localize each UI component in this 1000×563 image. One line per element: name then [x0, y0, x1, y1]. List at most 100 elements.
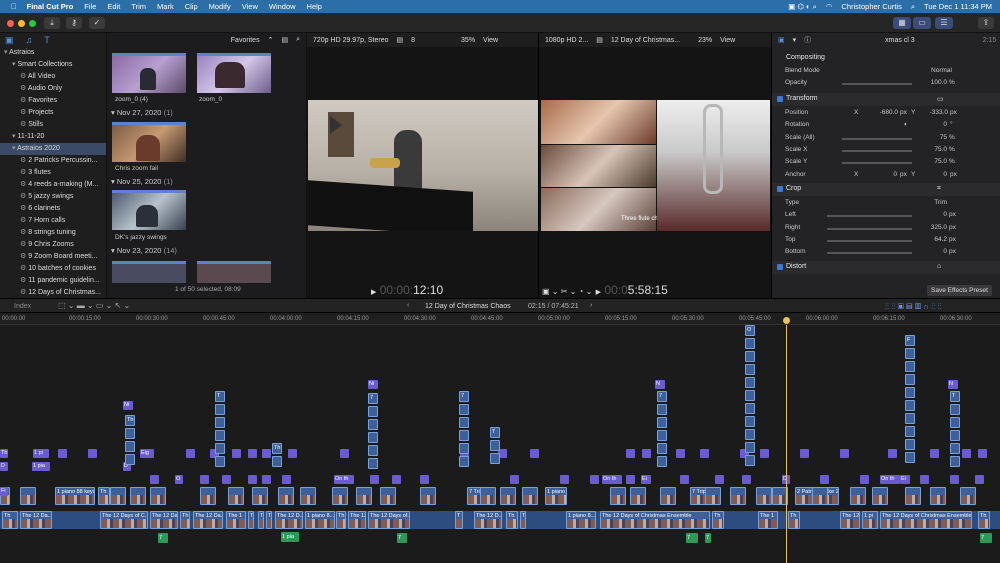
stacked-clip[interactable]: [745, 429, 755, 440]
sidebar-item[interactable]: ⚙ 4 reeds a-making (M...: [0, 179, 106, 191]
stacked-clip[interactable]: [950, 404, 960, 415]
connected-clip[interactable]: 1 piano 8: [545, 487, 567, 505]
title-clip[interactable]: D: [0, 462, 8, 471]
connected-clip[interactable]: [252, 487, 268, 505]
menu-trim[interactable]: Trim: [131, 2, 146, 11]
sidebar-item[interactable]: ⚙ All Video: [0, 71, 106, 83]
stacked-clip[interactable]: [368, 419, 378, 430]
primary-clip[interactable]: The 1: [226, 511, 246, 529]
title-clip[interactable]: [920, 475, 929, 484]
stacked-clip[interactable]: [459, 430, 469, 441]
scale-y-row[interactable]: Scale Y 75.0%: [772, 156, 1000, 168]
stacked-clip[interactable]: [745, 442, 755, 453]
stacked-clip[interactable]: [950, 456, 960, 467]
connected-clip[interactable]: [356, 487, 372, 505]
connected-clip[interactable]: [228, 487, 244, 505]
sidebar-item[interactable]: ⚙ Favorites: [0, 95, 106, 107]
sidebar-item[interactable]: ▾ Astraios 2020: [0, 143, 106, 155]
title-clip[interactable]: [248, 475, 257, 484]
show-browser-icon[interactable]: ▦: [893, 17, 911, 29]
primary-clip[interactable]: Th: [978, 511, 990, 529]
blend-mode-value[interactable]: Normal: [922, 67, 952, 74]
stacked-clip[interactable]: [657, 404, 667, 415]
clip-thumbnail[interactable]: [112, 261, 186, 283]
rotation-row[interactable]: Rotation ◐ 0 °: [772, 119, 1000, 131]
sidebar-item[interactable]: ⚙ 8 strings tuning: [0, 227, 106, 239]
crop-right-row[interactable]: Right 325.0 px: [772, 222, 1000, 234]
connected-clip[interactable]: [660, 487, 676, 505]
sidebar-item[interactable]: ⚙ 10 batches of cookies: [0, 263, 106, 275]
stacked-clip[interactable]: [745, 338, 755, 349]
sidebar-item[interactable]: ▾ 11-11-20: [0, 131, 106, 143]
connected-clip[interactable]: [130, 487, 146, 505]
position-y-value[interactable]: -333.0: [920, 109, 948, 116]
connected-clip[interactable]: [300, 487, 316, 505]
zoom-window-button[interactable]: [29, 20, 36, 27]
primary-clip[interactable]: T: [520, 511, 526, 529]
position-row[interactable]: Position X -680.0 px Y -333.0 px: [772, 107, 1000, 119]
title-clip[interactable]: [978, 449, 987, 458]
sidebar-item[interactable]: ▾ Astraios: [0, 47, 106, 59]
save-effects-preset-button[interactable]: Save Effects Preset: [927, 285, 992, 296]
viewer-zoom[interactable]: 35%: [461, 37, 475, 44]
menu-file[interactable]: File: [84, 2, 96, 11]
title-clip[interactable]: [150, 475, 159, 484]
position-x-value[interactable]: -680.0: [870, 109, 898, 116]
primary-clip[interactable]: T: [266, 511, 272, 529]
search-icon[interactable]: ⌕: [911, 2, 915, 12]
stacked-clip[interactable]: T: [950, 391, 960, 402]
connected-clip[interactable]: [380, 487, 396, 505]
primary-clip[interactable]: Th: [506, 511, 518, 529]
title-clip[interactable]: 1 pi: [33, 449, 49, 458]
title-clip[interactable]: [232, 449, 241, 458]
section-compositing[interactable]: Compositing: [772, 52, 1000, 65]
close-window-button[interactable]: [7, 20, 14, 27]
stacked-clip[interactable]: [745, 390, 755, 401]
audio-clip[interactable]: 7: [686, 533, 698, 543]
stacked-clip[interactable]: [745, 364, 755, 375]
stacked-clip[interactable]: [125, 441, 135, 452]
scale-x-value[interactable]: 75.0: [927, 146, 947, 153]
primary-clip[interactable]: The 12 D...: [275, 511, 303, 529]
menu-clock[interactable]: Tue Dec 1 11:34 PM: [924, 2, 992, 11]
opacity-value[interactable]: 100.0: [922, 79, 947, 86]
title-clip[interactable]: [248, 449, 257, 458]
title-clip[interactable]: Ei: [900, 475, 910, 484]
connected-clip[interactable]: [150, 487, 166, 505]
viewer-frame[interactable]: [308, 100, 538, 231]
primary-clip[interactable]: The 12: [348, 511, 366, 529]
libraries-icon[interactable]: ▣: [5, 35, 14, 46]
connected-clip[interactable]: [20, 487, 36, 505]
menu-edit[interactable]: Edit: [107, 2, 120, 11]
connected-clip[interactable]: [905, 487, 921, 505]
primary-clip[interactable]: T: [258, 511, 264, 529]
title-clip[interactable]: [58, 449, 67, 458]
connected-clip[interactable]: [730, 487, 746, 505]
primary-clip[interactable]: Th: [712, 511, 724, 529]
share-icon[interactable]: ⇪: [978, 17, 994, 29]
stacked-clip[interactable]: [215, 417, 225, 428]
connected-clip[interactable]: [872, 487, 888, 505]
title-clip[interactable]: O: [175, 475, 183, 484]
menu-help[interactable]: Help: [307, 2, 322, 11]
status-icons[interactable]: ▣ ⌬ ◐ ⌕: [788, 2, 817, 12]
transform-overlay-icon[interactable]: ▭: [937, 95, 944, 103]
background-tasks-icon[interactable]: ✓: [89, 17, 105, 29]
sidebar-item[interactable]: ⚙ 2 Patricks Percussin...: [0, 155, 106, 167]
timeline-controls-icon[interactable]: ⫶⫶ ⫶⫶ ▣ ▤ ▥ ∩ ⫶⫶ ⫶⫶: [885, 302, 942, 312]
primary-clip[interactable]: Th: [2, 511, 18, 529]
stacked-clip[interactable]: [905, 439, 915, 450]
crop-top-value[interactable]: 64.2: [927, 236, 947, 243]
section-transform[interactable]: Transform ▭: [772, 93, 1000, 106]
clip-thumbnail[interactable]: [197, 53, 271, 93]
clip-thumbnail[interactable]: [112, 122, 186, 162]
stacked-clip[interactable]: [125, 428, 135, 439]
stacked-clip[interactable]: [125, 454, 135, 465]
crop-left-value[interactable]: 0: [932, 211, 947, 218]
title-clip[interactable]: On th: [880, 475, 900, 484]
stacked-clip[interactable]: [459, 404, 469, 415]
stacked-clip[interactable]: O: [745, 325, 755, 336]
viewer-view-menu[interactable]: View: [720, 37, 735, 44]
anchor-y-value[interactable]: 0: [937, 171, 947, 178]
primary-clip[interactable]: Th: [788, 511, 800, 529]
